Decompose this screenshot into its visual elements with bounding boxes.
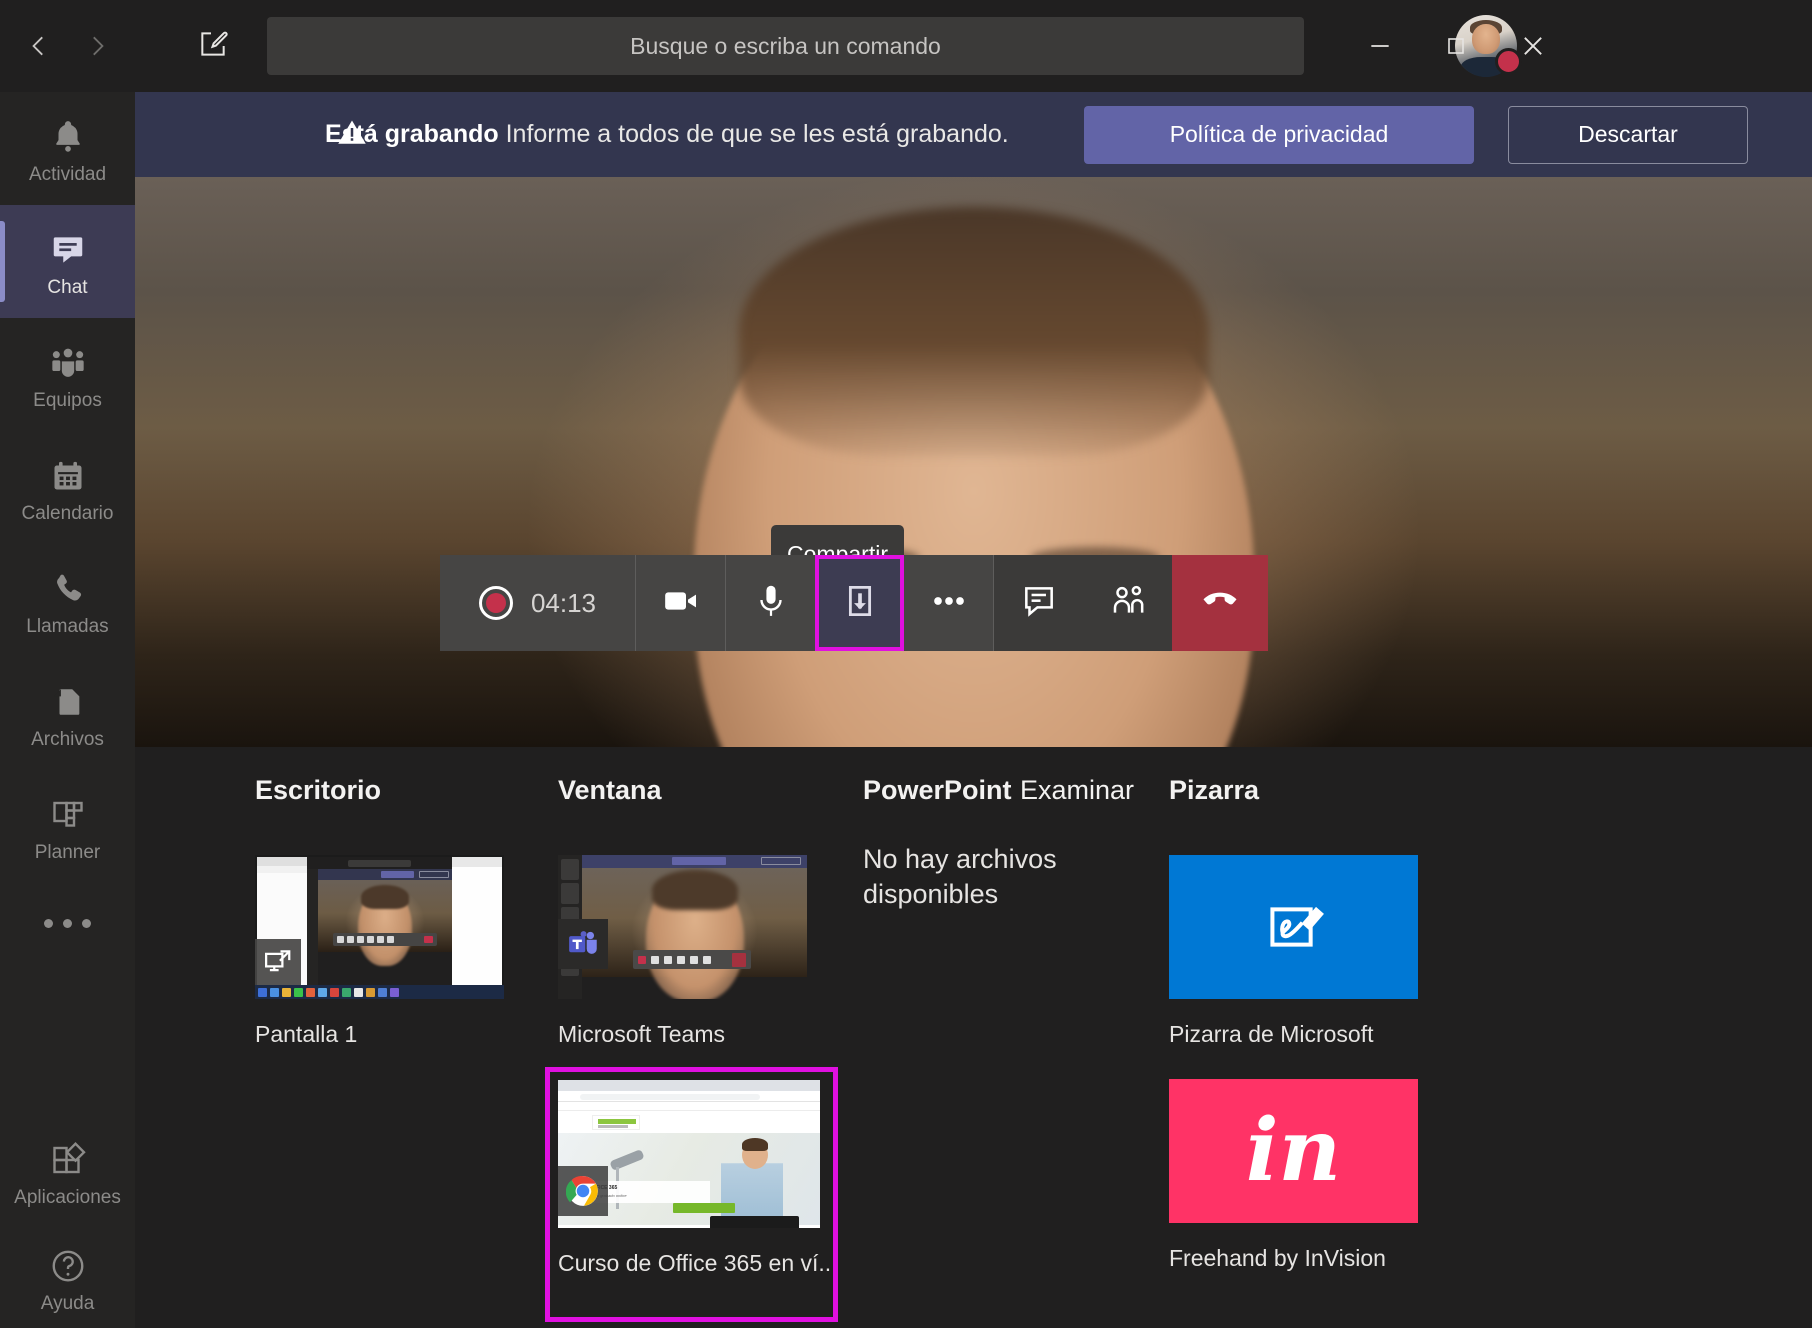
privacy-policy-button[interactable]: Política de privacidad (1084, 106, 1474, 164)
window-thumbnail-chrome[interactable]: OFFICE 365 curso grabado online OFFICE 3… (558, 1080, 820, 1228)
sidebar-item-calendario[interactable]: Calendario (0, 431, 135, 544)
sidebar-item-label: Equipos (33, 391, 102, 410)
chat-bubble-icon (49, 227, 87, 273)
sidebar-item-label: Archivos (31, 730, 104, 749)
whiteboard-pen-icon (1169, 855, 1418, 999)
share-screen-icon (839, 580, 881, 627)
sidebar-item-chat[interactable]: Chat (0, 205, 135, 318)
calendar-icon (50, 453, 86, 499)
dismiss-button[interactable]: Descartar (1508, 106, 1748, 164)
share-content-panel: Escritorio Ventana PowerPoint Examinar P… (135, 747, 1812, 1328)
column-header-examinar[interactable]: Examinar (1020, 775, 1134, 806)
share-tile-label: Pizarra de Microsoft (1169, 1021, 1459, 1048)
chat-icon (1020, 582, 1058, 625)
search-placeholder-text: Busque o escriba un comando (630, 33, 941, 60)
search-input[interactable]: Busque o escriba un comando (267, 17, 1304, 75)
bell-icon (49, 114, 87, 160)
compose-new-chat-icon (197, 28, 229, 65)
share-tile-label: Pantalla 1 (255, 1021, 545, 1048)
apps-icon (50, 1137, 86, 1183)
call-timer: 04:13 (531, 588, 596, 619)
help-circle-icon (49, 1243, 87, 1289)
sidebar-item-llamadas[interactable]: Llamadas (0, 544, 135, 657)
forward-button[interactable] (68, 17, 126, 75)
show-participants-button[interactable] (1083, 555, 1172, 651)
left-navigation-rail: Actividad Chat Equipos Calendario Llamad (0, 92, 135, 1328)
more-options-button[interactable] (904, 555, 993, 651)
recording-banner: Está grabando Informe a todos de que se … (135, 92, 1812, 177)
title-bar: Busque o escriba un comando (0, 0, 1812, 92)
compose-new-chat-button[interactable] (184, 17, 242, 75)
whiteboard-microsoft-thumbnail[interactable] (1169, 855, 1418, 999)
share-screen-button[interactable] (815, 555, 904, 651)
sidebar-item-label: Ayuda (41, 1294, 95, 1313)
video-stage: Compartir 04:13 (135, 177, 1812, 747)
hangup-icon (1198, 579, 1242, 628)
show-conversation-button[interactable] (994, 555, 1083, 651)
recording-banner-message: Informe a todos de que se les está graba… (506, 120, 1009, 148)
share-tile-whiteboard-invision[interactable]: in Freehand by InVision (1169, 1079, 1459, 1272)
share-tile-window-teams[interactable]: Microsoft Teams (558, 855, 848, 1048)
recording-indicator: 04:13 (440, 555, 635, 651)
teams-app-icon (558, 919, 608, 969)
sidebar-item-equipos[interactable]: Equipos (0, 318, 135, 431)
sidebar-item-label: Chat (47, 278, 87, 297)
whiteboard-invision-thumbnail[interactable]: in (1169, 1079, 1418, 1223)
participant-hair (739, 207, 1209, 457)
record-dot-icon (479, 586, 513, 620)
ellipsis-icon (44, 919, 91, 928)
sidebar-item-label: Planner (35, 843, 101, 862)
close-button[interactable] (1487, 0, 1579, 92)
sidebar-item-label: Actividad (29, 165, 106, 184)
share-tile-whiteboard-microsoft[interactable]: Pizarra de Microsoft (1169, 855, 1459, 1048)
column-header-ventana: Ventana (558, 775, 662, 806)
window-thumbnail-teams[interactable] (558, 855, 807, 999)
sidebar-item-archivos[interactable]: Archivos (0, 657, 135, 770)
share-tile-label: Freehand by InVision (1169, 1245, 1459, 1272)
column-header-pizarra: Pizarra (1169, 775, 1259, 806)
column-header-escritorio: Escritorio (255, 775, 381, 806)
share-tile-label: Microsoft Teams (558, 1021, 848, 1048)
powerpoint-empty-message: No hay archivos disponibles (863, 842, 1093, 911)
recording-banner-text: Está grabando Informe a todos de que se … (325, 120, 1084, 149)
microphone-toggle-button[interactable] (726, 555, 815, 651)
desktop-thumbnail[interactable] (255, 855, 504, 999)
share-tile-desktop[interactable]: Pantalla 1 (255, 855, 545, 1048)
sidebar-item-aplicaciones[interactable]: Aplicaciones (0, 1115, 135, 1228)
sidebar-bottom-section: Aplicaciones Ayuda (0, 1115, 135, 1328)
screen-share-icon (255, 939, 301, 985)
people-team-icon (48, 340, 88, 386)
camera-icon (661, 581, 701, 626)
sidebar-item-label: Calendario (22, 504, 114, 523)
sidebar-item-label: Aplicaciones (14, 1188, 121, 1207)
warning-triangle-icon (337, 117, 367, 152)
column-header-powerpoint: PowerPoint (863, 775, 1012, 806)
hangup-button[interactable] (1172, 555, 1268, 651)
sidebar-item-ayuda[interactable]: Ayuda (0, 1228, 135, 1328)
chrome-app-icon (558, 1166, 608, 1216)
file-icon (51, 679, 85, 725)
sidebar-more-apps-button[interactable] (0, 883, 135, 963)
sidebar-item-planner[interactable]: Planner (0, 770, 135, 883)
teams-window: Busque o escriba un comando Actividad (0, 0, 1812, 1328)
participants-icon (1108, 581, 1148, 626)
microphone-icon (752, 582, 790, 625)
invision-logo-icon: in (1246, 1108, 1341, 1194)
call-control-bar: 04:13 (440, 555, 1268, 651)
more-options-icon (927, 579, 971, 628)
sidebar-item-actividad[interactable]: Actividad (0, 92, 135, 205)
camera-toggle-button[interactable] (636, 555, 725, 651)
sidebar-item-label: Llamadas (26, 617, 108, 636)
share-tile-window-chrome[interactable]: OFFICE 365 curso grabado online OFFICE 3… (550, 1072, 833, 1317)
phone-icon (49, 566, 87, 612)
planner-grid-icon (50, 792, 86, 838)
back-button[interactable] (10, 17, 68, 75)
share-tile-label: Curso de Office 365 en ví... (558, 1250, 833, 1277)
